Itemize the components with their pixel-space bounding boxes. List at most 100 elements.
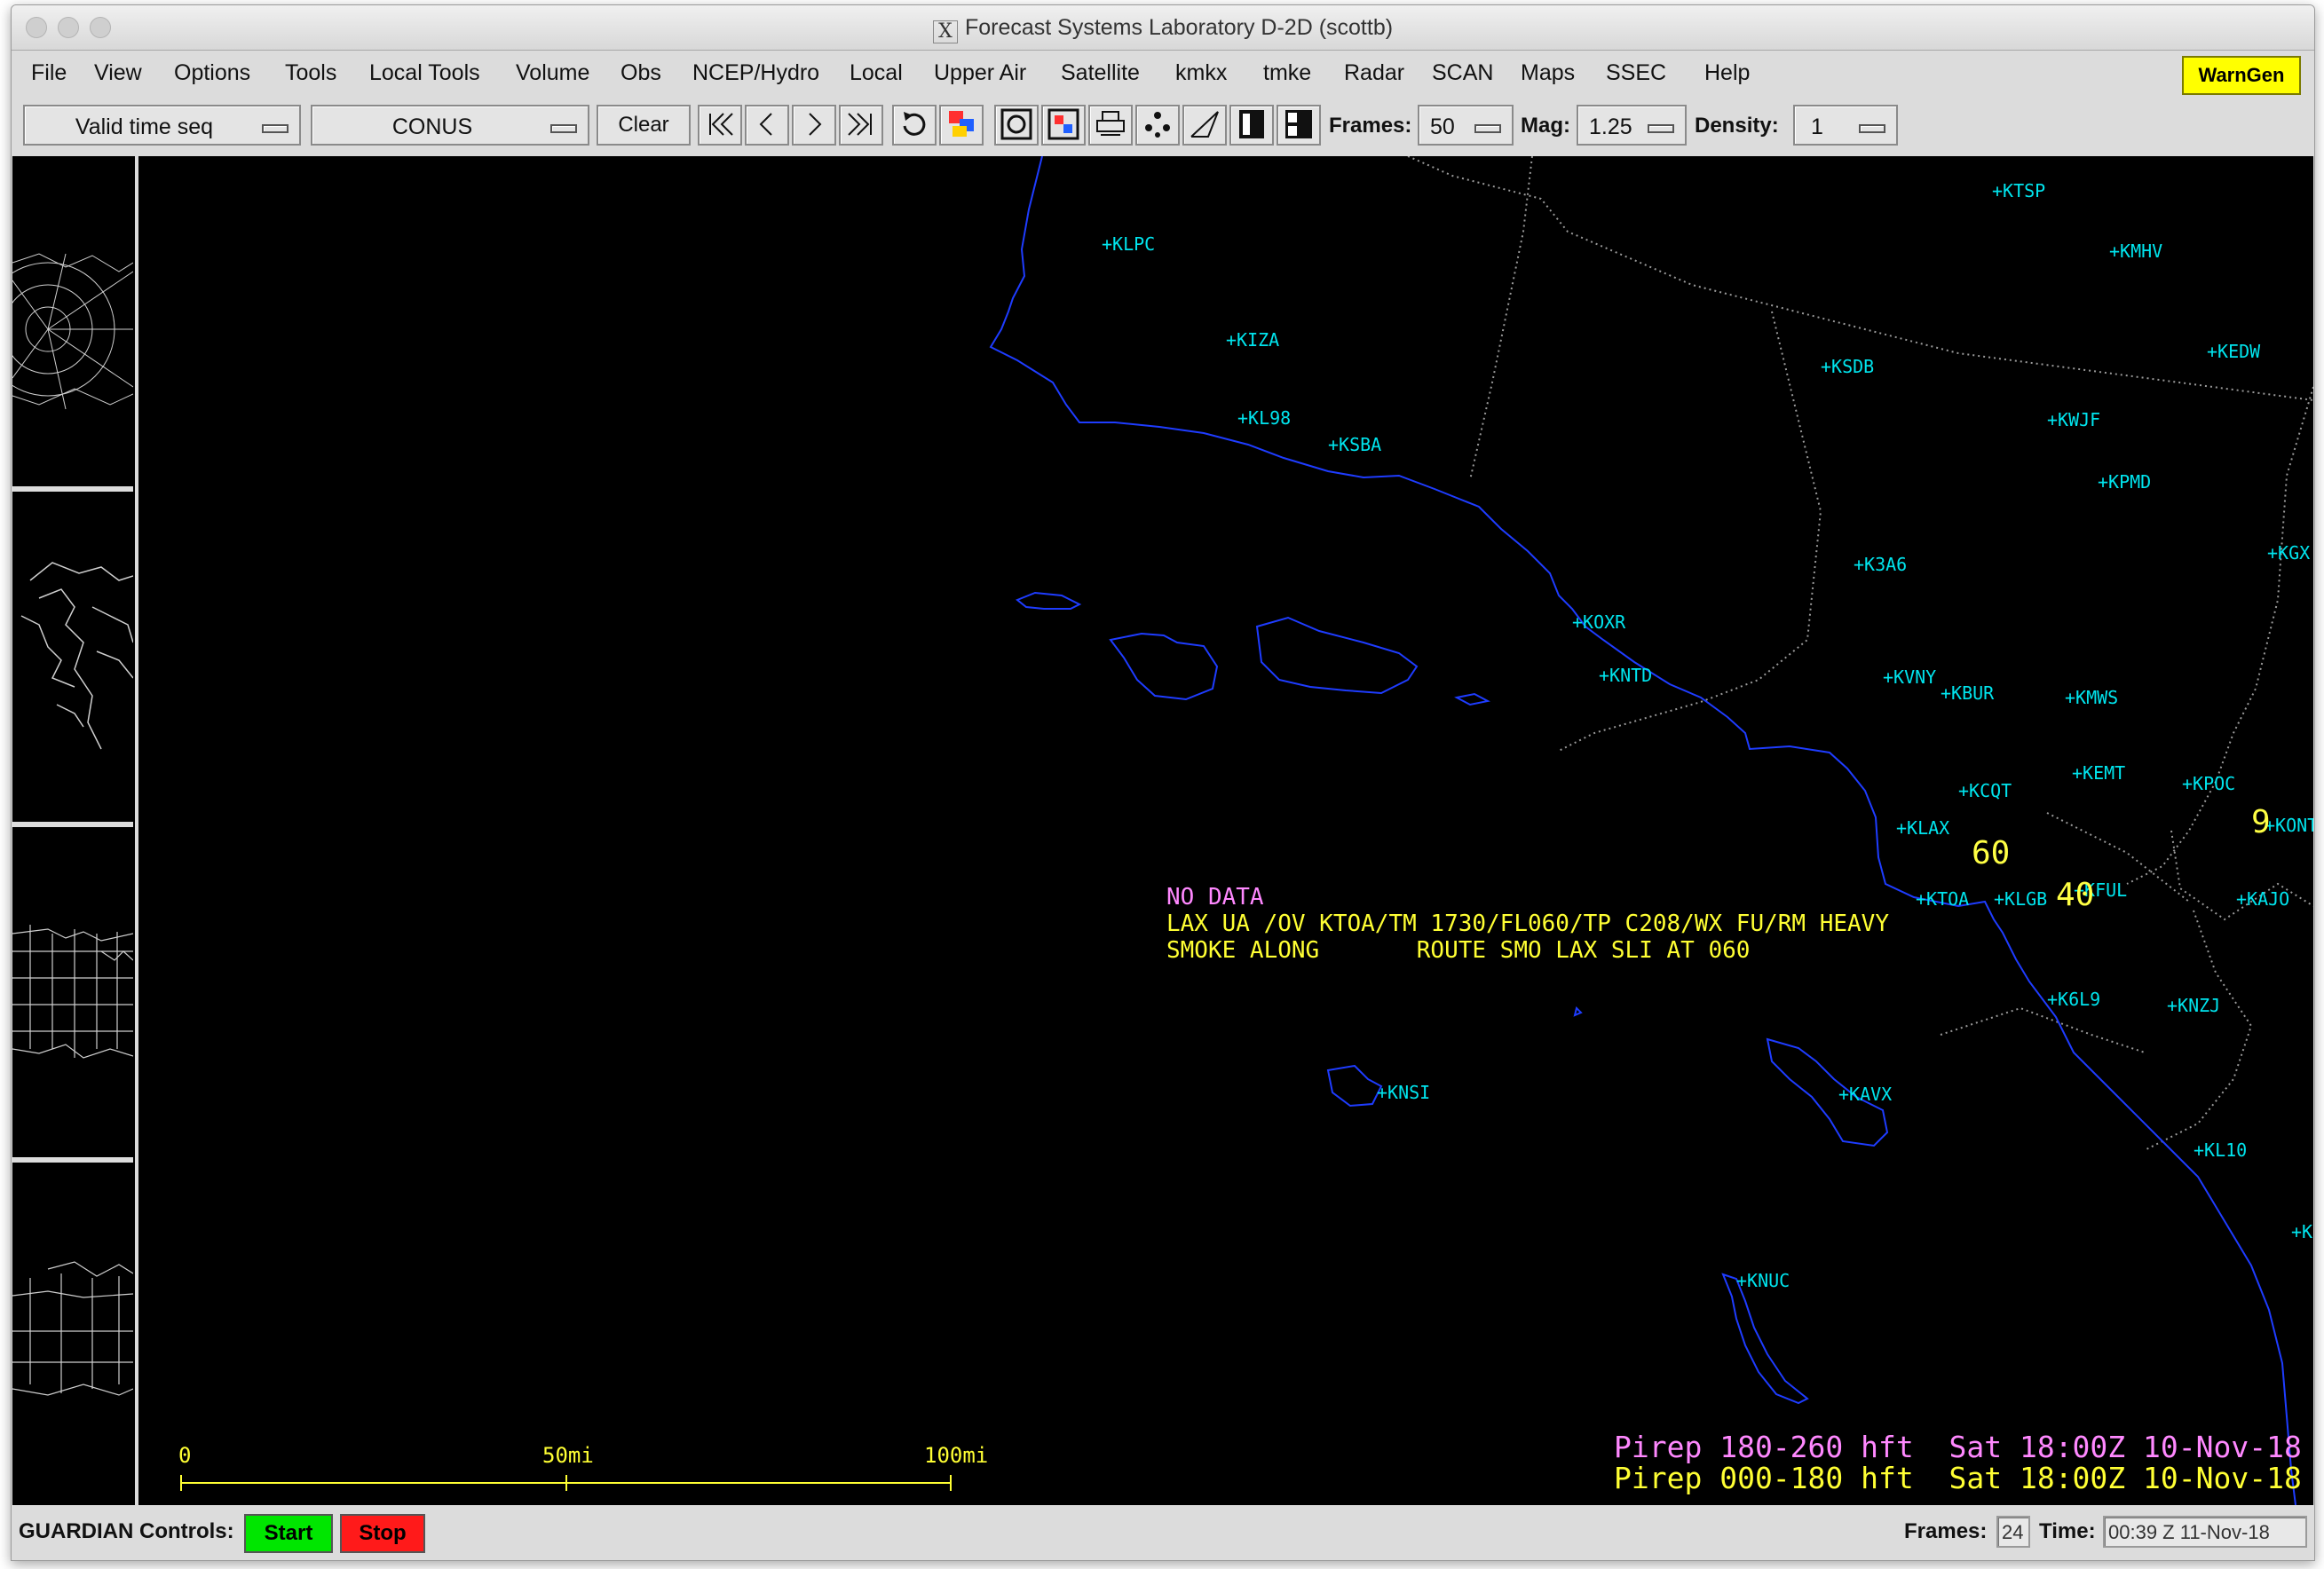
- menu-scan[interactable]: SCAN: [1432, 60, 1493, 86]
- station-knzj[interactable]: +KNZJ: [2167, 995, 2220, 1016]
- loop-button[interactable]: [892, 105, 937, 146]
- station-klgb[interactable]: +KLGB: [1994, 888, 2047, 910]
- station-kpoc[interactable]: +KPOC: [2182, 773, 2235, 794]
- mag-dropdown[interactable]: 1.25: [1577, 105, 1687, 146]
- single-panel-button[interactable]: [1229, 105, 1274, 146]
- side-panel-regional[interactable]: [12, 1163, 134, 1505]
- station-kedw[interactable]: +KEDW: [2207, 341, 2260, 362]
- menu-obs[interactable]: Obs: [621, 60, 661, 86]
- side-panel-north-america[interactable]: [12, 492, 134, 827]
- station-label: KWJF: [2058, 409, 2101, 430]
- menu-local-tools[interactable]: Local Tools: [369, 60, 480, 86]
- station-kmws[interactable]: +KMWS: [2065, 687, 2118, 708]
- station-ktsp[interactable]: +KTSP: [1992, 180, 2045, 201]
- four-panel-icon: [1285, 110, 1312, 138]
- station-kont[interactable]: +KONT: [2265, 815, 2313, 836]
- station-k3a6[interactable]: +K3A6: [1854, 554, 1907, 575]
- step-forward-button[interactable]: [792, 105, 836, 146]
- station-ksba[interactable]: +KSBA: [1328, 434, 1381, 455]
- station-label: KSDB: [1831, 356, 1875, 377]
- frames-dropdown[interactable]: 50: [1418, 105, 1514, 146]
- station-label: KTSP: [2003, 180, 2046, 201]
- loop-icon: [903, 112, 926, 136]
- station-k6l9[interactable]: +K6L9: [2047, 989, 2100, 1010]
- menu-ncep-hydro[interactable]: NCEP/Hydro: [692, 60, 819, 86]
- station-kemt[interactable]: +KEMT: [2072, 762, 2125, 784]
- sample-points-icon: [1145, 112, 1170, 138]
- menu-view[interactable]: View: [94, 60, 142, 86]
- station-kntd[interactable]: +KNTD: [1599, 665, 1652, 686]
- station-ktoa[interactable]: +KTOA: [1916, 888, 1969, 910]
- step-back-button[interactable]: [745, 105, 789, 146]
- station-label: KVNY: [1893, 666, 1937, 688]
- main-map-display[interactable]: +KLPC +KIZA +KL98 +KSBA +KOXR +KNTD +KTS…: [138, 156, 2313, 1505]
- station-label: KLPC: [1112, 233, 1156, 255]
- station-label: KL10: [2204, 1139, 2248, 1161]
- warngen-button[interactable]: WarnGen: [2182, 56, 2301, 95]
- station-kpmd[interactable]: +KPMD: [2098, 471, 2151, 493]
- station-kvny[interactable]: +KVNY: [1883, 666, 1936, 688]
- menu-radar[interactable]: Radar: [1344, 60, 1404, 86]
- station-klax[interactable]: +KLAX: [1896, 817, 1949, 839]
- single-panel-icon: [1239, 110, 1264, 138]
- station-kavx[interactable]: +KAVX: [1838, 1084, 1892, 1105]
- menu-volume[interactable]: Volume: [516, 60, 589, 86]
- menu-ssec[interactable]: SSEC: [1606, 60, 1666, 86]
- print-button[interactable]: [1088, 105, 1133, 146]
- time-mode-dropdown[interactable]: Valid time seq: [23, 105, 301, 146]
- image-combine-button[interactable]: [994, 105, 1039, 146]
- station-knuc[interactable]: +KNUC: [1736, 1270, 1790, 1291]
- station-kiza[interactable]: +KIZA: [1226, 329, 1279, 351]
- station-ksdb[interactable]: +KSDB: [1821, 356, 1874, 377]
- dropdown-indicator-icon: [262, 124, 289, 133]
- menu-local[interactable]: Local: [850, 60, 903, 86]
- menu-kmkx[interactable]: kmkx: [1175, 60, 1227, 86]
- scale-dropdown[interactable]: CONUS: [311, 105, 589, 146]
- station-kcqt[interactable]: +KCQT: [1958, 780, 2012, 801]
- four-panel-button[interactable]: [1277, 105, 1321, 146]
- side-panel-northern-hemisphere[interactable]: [12, 156, 134, 492]
- menu-satellite[interactable]: Satellite: [1061, 60, 1140, 86]
- station-kmhv[interactable]: +KMHV: [2109, 240, 2162, 262]
- dropdown-indicator-icon: [1648, 124, 1674, 133]
- station-kajo[interactable]: +KAJO: [2236, 888, 2289, 910]
- first-frame-button[interactable]: [698, 105, 742, 146]
- menu-help[interactable]: Help: [1704, 60, 1750, 86]
- toolbar: Valid time seq CONUS Clear Frames: 50 Ma…: [12, 99, 2314, 151]
- station-label: KLAX: [1907, 817, 1950, 839]
- side-panel-conus[interactable]: [12, 827, 134, 1163]
- color-table-button[interactable]: [939, 105, 984, 146]
- clear-button[interactable]: Clear: [597, 105, 691, 146]
- status-time-field: 00:39 Z 11-Nov-18: [2103, 1516, 2307, 1548]
- menu-upper-air[interactable]: Upper Air: [934, 60, 1026, 86]
- mag-value: 1.25: [1589, 114, 1632, 139]
- station-klpc[interactable]: +KLPC: [1102, 233, 1155, 255]
- station-label: KPMD: [2108, 471, 2152, 493]
- station-label: K3A6: [1864, 554, 1908, 575]
- station-kgx[interactable]: +KGX: [2267, 542, 2310, 564]
- menu-maps[interactable]: Maps: [1521, 60, 1575, 86]
- menu-tmke[interactable]: tmke: [1263, 60, 1311, 86]
- blend-icon: [1047, 108, 1079, 140]
- menu-options[interactable]: Options: [174, 60, 250, 86]
- last-frame-button[interactable]: [839, 105, 883, 146]
- station-koxr[interactable]: +KOXR: [1572, 611, 1625, 633]
- baseline-button[interactable]: [1182, 105, 1227, 146]
- station-kl98[interactable]: +KL98: [1237, 407, 1291, 429]
- station-kwjf[interactable]: +KWJF: [2047, 409, 2100, 430]
- sample-button[interactable]: [1135, 105, 1180, 146]
- pirep-report-line2: SMOKE ALONG ROUTE SMO LAX SLI AT 060: [1166, 937, 1751, 964]
- station-kl10[interactable]: +KL10: [2194, 1139, 2247, 1161]
- printer-icon: [1096, 111, 1125, 136]
- density-dropdown[interactable]: 1: [1793, 105, 1898, 146]
- start-button[interactable]: Start: [244, 1514, 333, 1553]
- d2d-window: X Forecast Systems Laboratory D-2D (scott…: [11, 4, 2315, 1561]
- station-label: KPOC: [2193, 773, 2236, 794]
- menu-file[interactable]: File: [31, 60, 67, 86]
- station-k-partial[interactable]: +K: [2291, 1221, 2312, 1242]
- station-kbur[interactable]: +KBUR: [1941, 682, 1994, 704]
- blend-button[interactable]: [1041, 105, 1086, 146]
- station-knsi[interactable]: +KNSI: [1377, 1082, 1430, 1103]
- stop-button[interactable]: Stop: [340, 1514, 425, 1553]
- menu-tools[interactable]: Tools: [285, 60, 336, 86]
